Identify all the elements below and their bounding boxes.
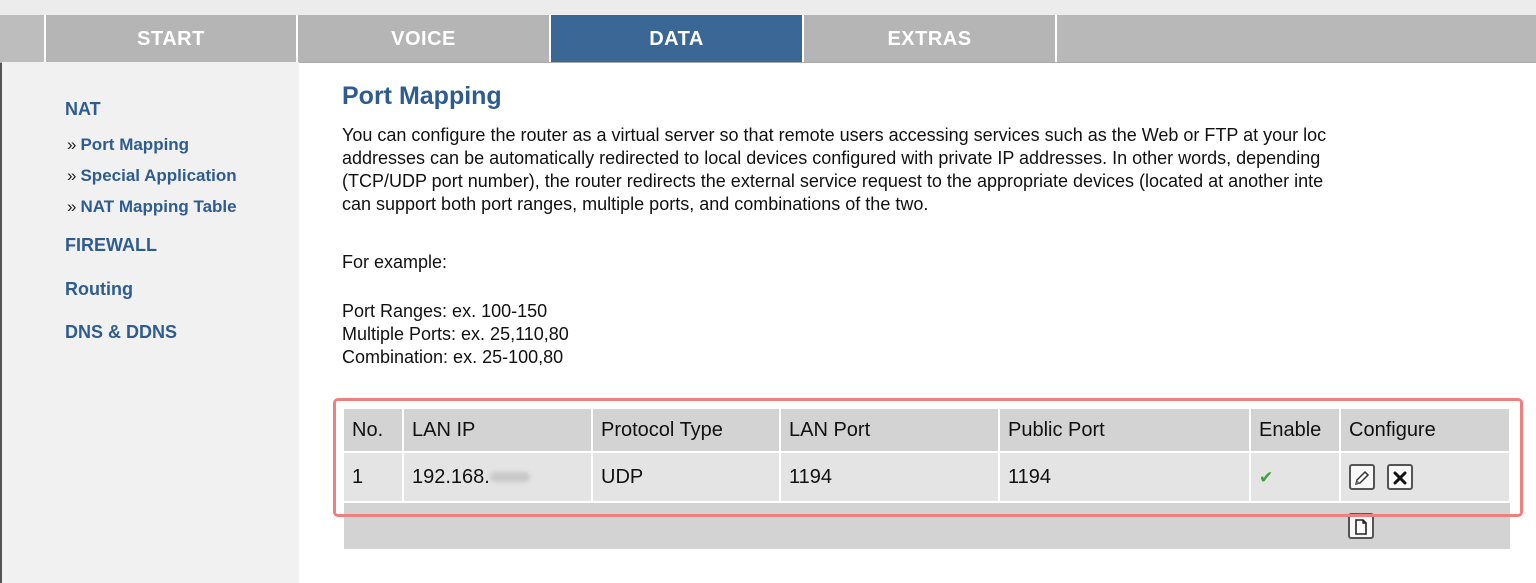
bullet-glyph: » [67, 197, 77, 216]
table-header-row: No. LAN IP Protocol Type LAN Port Public… [344, 409, 1511, 452]
sidebar-item-label: NAT Mapping Table [80, 197, 237, 216]
description-line: You can configure the router as a virtua… [342, 125, 1327, 145]
table-row: 1 192.168. UDP 1194 1194 ✔ [344, 452, 1511, 502]
sidebar-item-dns-ddns[interactable]: DNS & DDNS [65, 322, 177, 343]
sidebar-item-routing[interactable]: Routing [65, 279, 133, 300]
description-line: can support both port ranges, multiple p… [342, 194, 929, 214]
col-header-public-port: Public Port [999, 409, 1251, 452]
sidebar-item-firewall[interactable]: FIREWALL [65, 235, 157, 256]
tab-data[interactable]: DATA [551, 15, 804, 62]
description-line: (TCP/UDP port number), the router redire… [342, 171, 1324, 191]
redacted-blur [489, 472, 530, 483]
bullet-glyph: » [67, 135, 77, 154]
sidebar-item-special-application[interactable]: » Special Application [67, 166, 237, 186]
new-document-icon[interactable] [1348, 513, 1374, 539]
add-row-spacer [344, 502, 1340, 550]
example-line: Port Ranges: ex. 100-150 [342, 301, 548, 321]
top-strip [0, 0, 1536, 15]
sidebar-item-port-mapping[interactable]: » Port Mapping [67, 135, 189, 155]
bullet-glyph: » [67, 166, 77, 185]
cell-add [1340, 502, 1510, 550]
tab-extras[interactable]: EXTRAS [804, 15, 1057, 62]
sidebar-item-label: Port Mapping [80, 135, 190, 154]
page-title: Port Mapping [342, 82, 502, 110]
example-list: Port Ranges: ex. 100-150 Multiple Ports:… [342, 300, 569, 369]
col-header-enable: Enable [1250, 409, 1341, 452]
col-header-configure: Configure [1340, 409, 1511, 452]
cell-lan-port: 1194 [780, 452, 1000, 502]
description: You can configure the router as a virtua… [342, 124, 1536, 216]
tab-voice[interactable]: VOICE [298, 15, 551, 62]
description-line: addresses can be automatically redirecte… [342, 148, 1321, 168]
col-header-lan-port: LAN Port [780, 409, 1000, 452]
example-label: For example: [342, 252, 448, 272]
sidebar-item-nat-mapping-table[interactable]: » NAT Mapping Table [67, 197, 237, 217]
pencil-icon[interactable] [1349, 464, 1375, 490]
cell-protocol: UDP [592, 452, 781, 502]
col-header-lan-ip: LAN IP [403, 409, 593, 452]
tab-start[interactable]: START [46, 15, 298, 62]
x-icon[interactable] [1387, 464, 1413, 490]
check-icon: ✔ [1259, 467, 1274, 487]
lan-ip-text: 192.168. [412, 465, 490, 488]
add-row [344, 502, 1510, 550]
example-line: Combination: ex. 25-100,80 [342, 347, 564, 367]
cell-configure [1340, 452, 1511, 502]
sidebar-item-label: Special Application [80, 166, 237, 185]
cell-public-port: 1194 [999, 452, 1251, 502]
col-header-no: No. [344, 409, 404, 452]
col-header-protocol: Protocol Type [592, 409, 781, 452]
cell-no: 1 [344, 452, 404, 502]
example-line: Multiple Ports: ex. 25,110,80 [342, 324, 569, 344]
port-mapping-table: No. LAN IP Protocol Type LAN Port Public… [344, 409, 1511, 551]
sidebar-item-nat[interactable]: NAT [65, 99, 101, 120]
cell-enable: ✔ [1250, 452, 1341, 502]
main-nav: START VOICE DATA EXTRAS [0, 15, 1536, 63]
cell-lan-ip: 192.168. [403, 452, 593, 502]
sidebar: NAT » Port Mapping » Special Application »… [2, 62, 299, 583]
nav-filler [1057, 15, 1536, 62]
nav-spacer [0, 15, 46, 62]
